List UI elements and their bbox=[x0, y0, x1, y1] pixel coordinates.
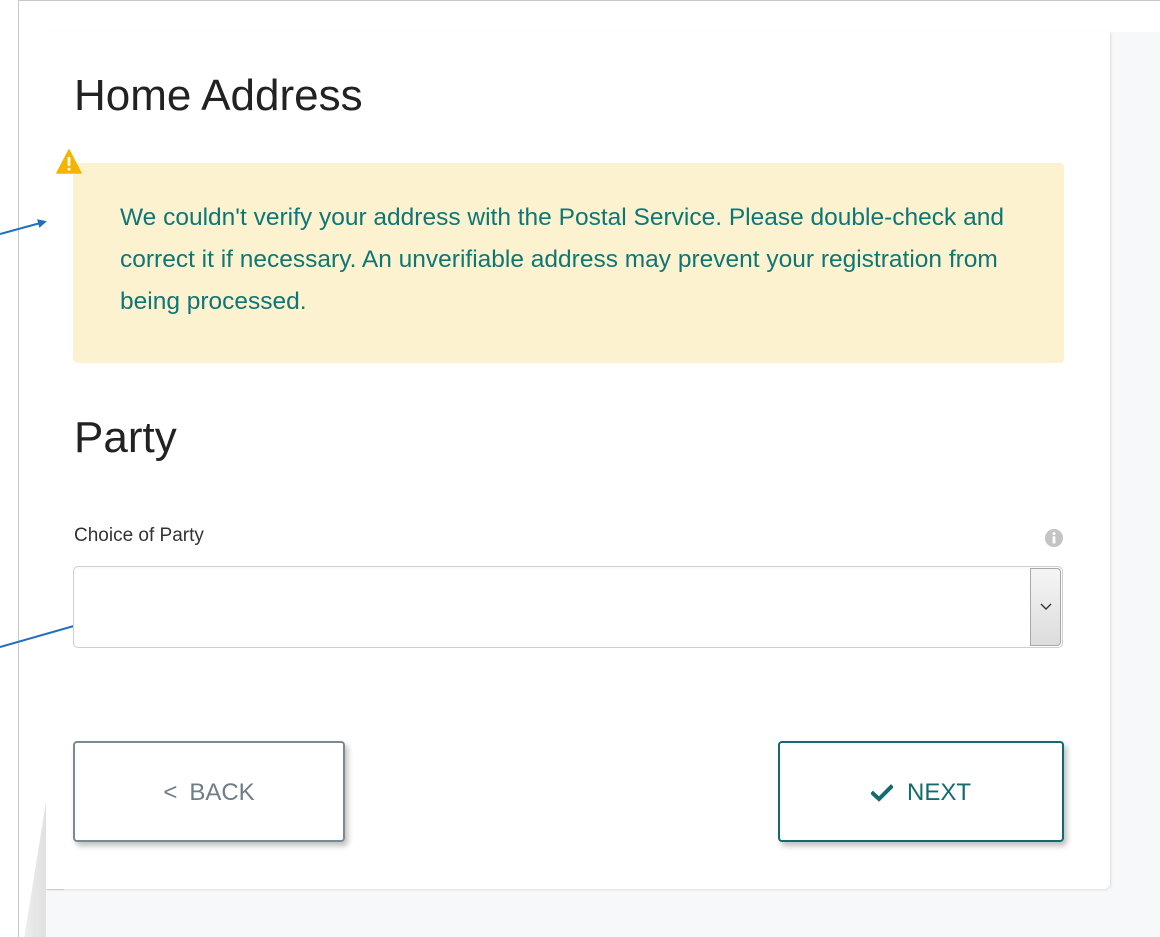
select-dropdown-button[interactable] bbox=[1030, 568, 1061, 646]
checkmark-icon bbox=[870, 784, 893, 802]
address-warning-alert: We couldn't verify your address with the… bbox=[73, 163, 1064, 363]
chevron-left-icon: < bbox=[163, 779, 178, 806]
party-heading: Party bbox=[74, 413, 177, 462]
alert-pointer-arrow bbox=[0, 219, 47, 235]
screenshot-canvas: Home Address We couldn't verify your add… bbox=[0, 0, 1160, 937]
back-button-content: < BACK bbox=[75, 779, 343, 807]
alert-message: We couldn't verify your address with the… bbox=[120, 204, 1004, 315]
frame-border-top bbox=[18, 0, 1160, 1]
next-button-content: NEXT bbox=[780, 779, 1062, 807]
info-icon[interactable] bbox=[1044, 528, 1064, 548]
next-button-label: NEXT bbox=[906, 779, 971, 806]
page-background-bottom bbox=[46, 890, 1110, 937]
next-button[interactable]: NEXT bbox=[778, 741, 1064, 842]
party-select[interactable] bbox=[73, 566, 1063, 648]
back-button[interactable]: < BACK bbox=[73, 741, 345, 842]
back-button-label: BACK bbox=[189, 779, 255, 806]
page-background-right bbox=[1110, 32, 1160, 937]
choice-of-party-label: Choice of Party bbox=[74, 525, 204, 546]
chevron-down-icon bbox=[1040, 603, 1052, 610]
